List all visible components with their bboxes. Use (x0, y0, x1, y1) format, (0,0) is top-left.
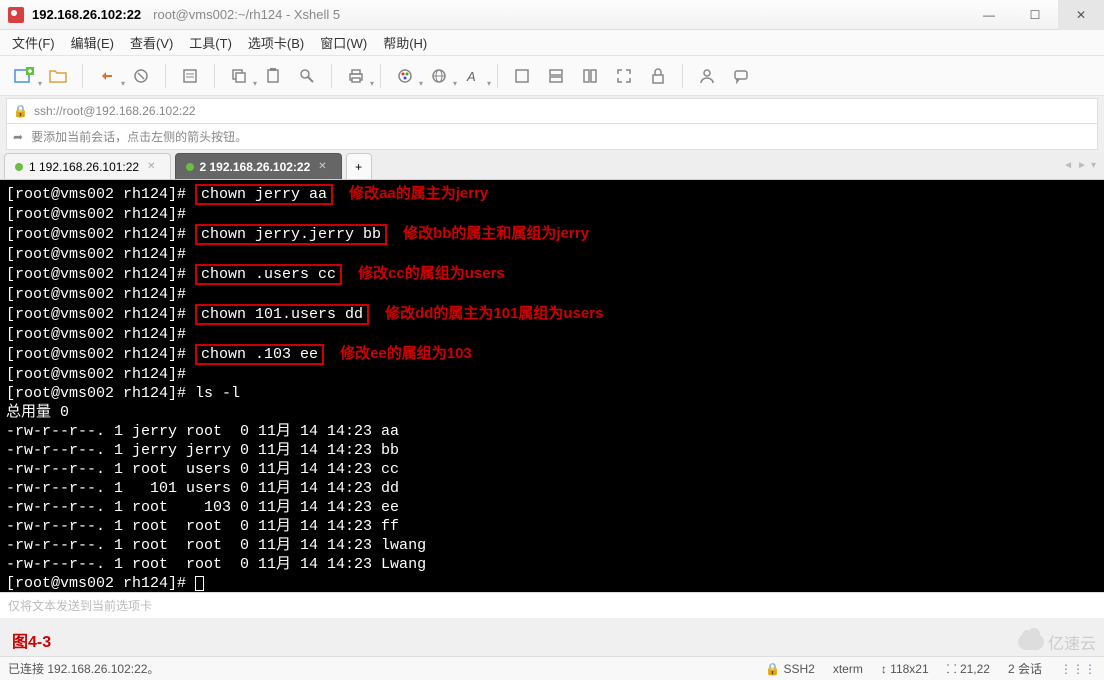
status-connection: 已连接 192.168.26.102:22。 (8, 660, 159, 677)
find-icon[interactable] (293, 62, 321, 90)
hint-text: 要添加当前会话，点击左侧的箭头按钮。 (31, 128, 247, 145)
status-dot-icon (186, 163, 194, 171)
toolbar-sep (497, 64, 498, 88)
address-url: ssh://root@192.168.26.102:22 (34, 104, 196, 118)
window-buttons: — ☐ ✕ (966, 0, 1104, 30)
minimize-button[interactable]: — (966, 0, 1012, 30)
status-dot-icon (15, 163, 23, 171)
figure-label: 图4-3 (12, 628, 51, 652)
layout2-icon[interactable] (542, 62, 570, 90)
terminal[interactable]: [root@vms002 rh124]# chown jerry aa修改aa的… (0, 180, 1104, 592)
tab-session-2[interactable]: 2 192.168.26.102:22 ✕ (175, 153, 342, 179)
status-term: xterm (833, 662, 863, 676)
statusbar: 已连接 192.168.26.102:22。 🔒 SSH2 xterm ↕ 11… (0, 656, 1104, 680)
toolbar-sep (380, 64, 381, 88)
tab-nav: ◄ ► ▾ (1063, 152, 1096, 179)
watermark: 亿速云 (1018, 630, 1096, 654)
copy-icon[interactable] (225, 62, 253, 90)
new-session-icon[interactable] (10, 62, 38, 90)
reconnect-icon[interactable] (93, 62, 121, 90)
layout3-icon[interactable] (576, 62, 604, 90)
status-ssh: 🔒 SSH2 (765, 662, 815, 676)
hintbar: ➦ 要添加当前会话，点击左侧的箭头按钮。 (6, 124, 1098, 150)
tab-add[interactable]: + (346, 153, 372, 179)
paste-icon[interactable] (259, 62, 287, 90)
tab-close-icon[interactable]: ✕ (318, 161, 326, 172)
close-button[interactable]: ✕ (1058, 0, 1104, 30)
globe-icon[interactable] (425, 62, 453, 90)
title-host: 192.168.26.102:22 (32, 7, 141, 22)
app-icon (8, 7, 24, 23)
menu-file[interactable]: 文件(F) (12, 33, 55, 52)
disconnect-icon[interactable] (127, 62, 155, 90)
color-icon[interactable] (391, 62, 419, 90)
ssh-lock-icon: 🔒 (13, 104, 28, 118)
tab-next-icon[interactable]: ► (1077, 160, 1087, 171)
fullscreen-icon[interactable] (610, 62, 638, 90)
cloud-icon (1018, 634, 1044, 650)
status-size: ↕ 118x21 (881, 662, 929, 676)
toolbar-sep (82, 64, 83, 88)
send-input-bar[interactable]: 仅将文本发送到当前选项卡 (0, 592, 1104, 618)
tabstrip: 1 192.168.26.101:22 ✕ 2 192.168.26.102:2… (0, 152, 1104, 180)
user-icon[interactable] (693, 62, 721, 90)
status-sessions: 2 会话 (1008, 660, 1042, 677)
print-icon[interactable] (342, 62, 370, 90)
menu-window[interactable]: 窗口(W) (320, 33, 367, 52)
font-icon[interactable]: A (459, 62, 487, 90)
maximize-button[interactable]: ☐ (1012, 0, 1058, 30)
tab-label: 1 192.168.26.101:22 (29, 160, 139, 174)
layout1-icon[interactable] (508, 62, 536, 90)
tab-session-1[interactable]: 1 192.168.26.101:22 ✕ (4, 153, 171, 179)
menu-tools[interactable]: 工具(T) (189, 33, 232, 52)
menubar: 文件(F) 编辑(E) 查看(V) 工具(T) 选项卡(B) 窗口(W) 帮助(… (0, 30, 1104, 56)
toolbar-sep (214, 64, 215, 88)
toolbar-sep (165, 64, 166, 88)
tab-label: 2 192.168.26.102:22 (200, 160, 311, 174)
lock-icon[interactable] (644, 62, 672, 90)
tab-menu-icon[interactable]: ▾ (1091, 160, 1096, 171)
toolbar-sep (682, 64, 683, 88)
tab-close-icon[interactable]: ✕ (147, 161, 155, 172)
titlebar: 192.168.26.102:22 root@vms002:~/rh124 - … (0, 0, 1104, 30)
svg-text:A: A (466, 69, 476, 84)
status-pos: ⸬ 21,22 (947, 660, 990, 677)
menu-view[interactable]: 查看(V) (130, 33, 173, 52)
addressbar[interactable]: 🔒 ssh://root@192.168.26.102:22 (6, 98, 1098, 124)
open-icon[interactable] (44, 62, 72, 90)
title-session: root@vms002:~/rh124 - Xshell 5 (153, 7, 340, 22)
menu-tabs[interactable]: 选项卡(B) (248, 33, 304, 52)
input-placeholder: 仅将文本发送到当前选项卡 (8, 597, 152, 614)
watermark-text: 亿速云 (1048, 630, 1096, 654)
toolbar: A (0, 56, 1104, 96)
tab-prev-icon[interactable]: ◄ (1063, 160, 1073, 171)
menu-edit[interactable]: 编辑(E) (71, 33, 114, 52)
menu-help[interactable]: 帮助(H) (383, 33, 427, 52)
toolbar-sep (331, 64, 332, 88)
status-menu-icon[interactable]: ⋮⋮⋮ (1060, 662, 1096, 676)
hint-arrow-icon[interactable]: ➦ (13, 130, 23, 144)
chat-icon[interactable] (727, 62, 755, 90)
properties-icon[interactable] (176, 62, 204, 90)
